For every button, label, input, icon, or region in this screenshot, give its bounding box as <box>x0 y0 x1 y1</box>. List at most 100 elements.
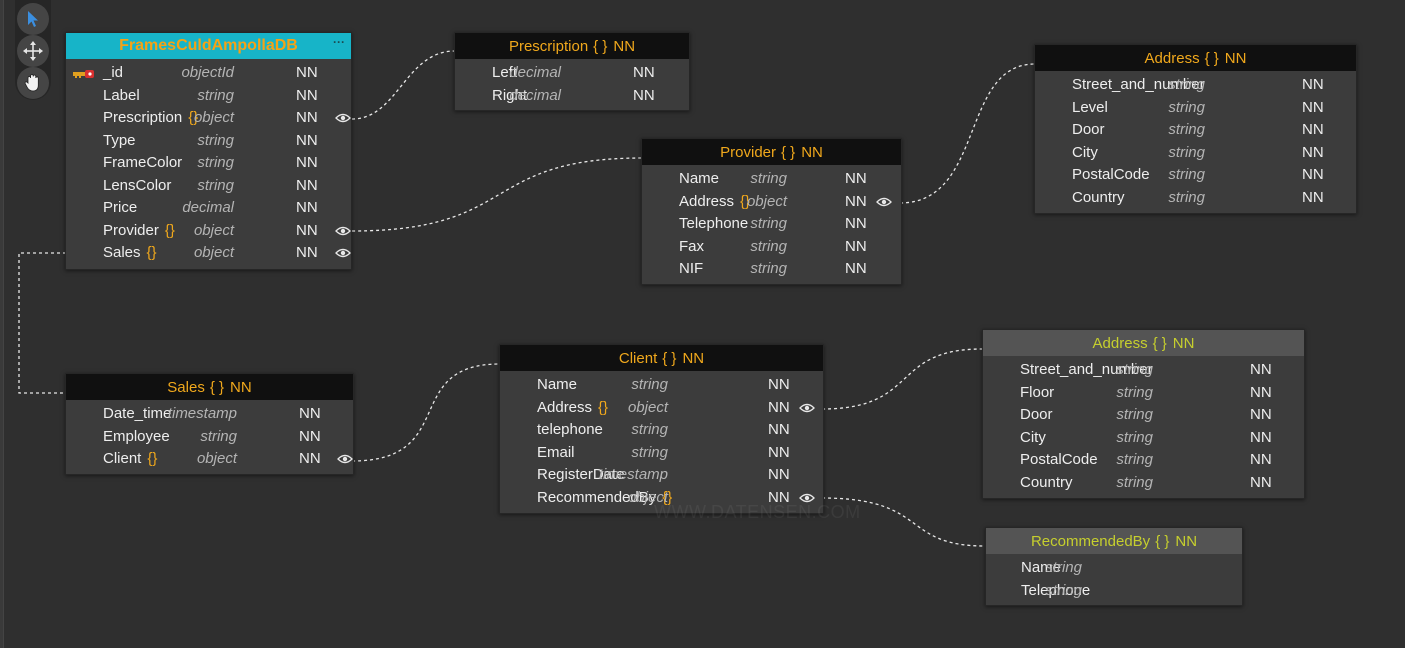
field-row[interactable]: Right decimal NN <box>455 85 689 108</box>
field-type: string <box>1168 98 1205 116</box>
field-type: decimal <box>509 86 561 104</box>
table-title: Prescription <box>508 37 589 55</box>
table-framesculdampolladb[interactable]: FramesCuldAmpollaDB ··· _id objectId NN Lab… <box>65 32 352 270</box>
field-nn: NN <box>845 192 867 210</box>
field-row[interactable]: _id objectId NN <box>66 62 351 85</box>
table-recommendedby[interactable]: RecommendedBy { } NN Name string Telephone… <box>985 527 1243 606</box>
field-nn: NN <box>768 376 790 393</box>
table-sales[interactable]: Sales { } NN Date_time timestamp NN Employe… <box>65 373 354 475</box>
eye-icon[interactable] <box>337 454 353 464</box>
field-row[interactable]: Door string NN <box>1035 119 1356 142</box>
field-row[interactable]: Email string NN <box>500 442 823 465</box>
field-row[interactable]: Client{} object NN <box>66 448 353 471</box>
field-row[interactable]: Level string NN <box>1035 97 1356 120</box>
field-row[interactable]: telephone string NN <box>500 419 823 442</box>
pointer-tool-button[interactable] <box>17 3 49 35</box>
table-address-provider[interactable]: Address { } NN Street_and_number string NN… <box>1034 44 1357 214</box>
field-row[interactable]: City string NN <box>983 427 1304 450</box>
field-nn: NN <box>845 215 867 232</box>
table-header[interactable]: Client { } NN <box>500 345 823 371</box>
field-name-text: Client <box>103 450 142 467</box>
field-row[interactable]: Telephone string <box>986 580 1242 603</box>
field-row[interactable]: Door string NN <box>983 404 1304 427</box>
field-nn: NN <box>768 443 790 461</box>
field-nn: NN <box>299 405 321 422</box>
table-header[interactable]: Provider { } NN <box>642 139 901 165</box>
link-provider-address <box>899 63 1036 204</box>
hand-tool-button[interactable] <box>17 67 49 99</box>
field-row[interactable]: City string NN <box>1035 142 1356 165</box>
eye-icon[interactable] <box>335 226 351 236</box>
table-header[interactable]: RecommendedBy { } NN <box>986 528 1242 554</box>
field-name-text: Type <box>103 131 136 149</box>
field-row[interactable]: Country string NN <box>983 472 1304 495</box>
field-type: string <box>1168 166 1205 183</box>
table-header[interactable]: Address { } NN <box>983 330 1304 356</box>
field-nn: NN <box>296 109 318 126</box>
field-row[interactable]: Street_and_number string NN <box>983 359 1304 382</box>
link-provider <box>351 157 643 232</box>
eye-icon[interactable] <box>335 248 351 258</box>
field-row[interactable]: Provider{} object NN <box>66 220 351 243</box>
field-row[interactable]: Sales{} object NN <box>66 242 351 265</box>
field-nn: NN <box>296 131 318 149</box>
object-brace: { } <box>1155 532 1170 550</box>
field-type: object <box>196 450 237 467</box>
field-type: string <box>1116 383 1153 401</box>
field-row[interactable]: FrameColor string NN <box>66 152 351 175</box>
field-row[interactable]: Country string NN <box>1035 187 1356 210</box>
field-row[interactable]: Left decimal NN <box>455 62 689 85</box>
field-row[interactable]: RegisterDate timestamp NN <box>500 464 823 487</box>
field-type: string <box>631 421 668 438</box>
field-row[interactable]: Name string NN <box>500 374 823 397</box>
field-row[interactable]: Street_and_number string NN <box>1035 74 1356 97</box>
field-row[interactable]: NIF string NN <box>642 258 901 281</box>
eye-icon[interactable] <box>799 493 815 503</box>
table-provider[interactable]: Provider { } NN Name string NN Address{} obj… <box>641 138 902 285</box>
field-row[interactable]: Date_time timestamp NN <box>66 403 353 426</box>
field-nn: NN <box>299 450 321 467</box>
table-header[interactable]: Address { } NN <box>1035 45 1356 71</box>
table-menu-icon[interactable]: ··· <box>333 35 345 49</box>
field-row[interactable]: PostalCode string NN <box>1035 164 1356 187</box>
field-row[interactable]: Prescription{} object NN <box>66 107 351 130</box>
field-nn: NN <box>1250 451 1272 468</box>
field-row[interactable]: Type string NN <box>66 130 351 153</box>
field-row[interactable]: Label string NN <box>66 85 351 108</box>
field-type: string <box>750 215 787 232</box>
field-row[interactable]: Address{} object NN <box>500 397 823 420</box>
table-client[interactable]: Client { } NN Name string NN Address{} objec… <box>499 344 824 514</box>
field-row[interactable]: Floor string NN <box>983 382 1304 405</box>
field-row[interactable]: Address{} object NN <box>642 191 901 214</box>
field-nn: NN <box>1302 188 1324 206</box>
move-tool-button[interactable] <box>17 35 49 67</box>
field-row[interactable]: Telephone string NN <box>642 213 901 236</box>
field-row[interactable]: PostalCode string NN <box>983 449 1304 472</box>
table-prescription[interactable]: Prescription { } NN Left decimal NN Right de… <box>454 32 690 111</box>
table-address-client[interactable]: Address { } NN Street_and_number string NN… <box>982 329 1305 499</box>
field-nn: NN <box>296 86 318 104</box>
eye-icon[interactable] <box>799 403 815 413</box>
eye-icon[interactable] <box>876 197 892 207</box>
object-brace: { } <box>1204 49 1219 67</box>
table-header[interactable]: Sales { } NN <box>66 374 353 400</box>
field-row[interactable]: Price decimal NN <box>66 197 351 220</box>
watermark: WWW.DATENSEN.COM <box>654 502 861 522</box>
field-nn: NN <box>1302 166 1324 183</box>
field-row[interactable]: Name string <box>986 557 1242 580</box>
eye-icon[interactable] <box>335 113 351 123</box>
table-header[interactable]: Prescription { } NN <box>455 33 689 59</box>
field-row[interactable]: Name string NN <box>642 168 901 191</box>
field-type: string <box>1168 143 1205 161</box>
table-header[interactable]: FramesCuldAmpollaDB ··· <box>66 33 351 59</box>
field-nn: NN <box>296 154 318 171</box>
field-nn: NN <box>1250 428 1272 446</box>
field-name-text: Price <box>103 199 138 216</box>
field-row[interactable]: Fax string NN <box>642 236 901 259</box>
field-row[interactable]: Employee string NN <box>66 426 353 449</box>
object-brace: { } <box>209 378 225 396</box>
field-name-text: Door <box>1020 406 1053 423</box>
field-row[interactable]: LensColor string NN <box>66 175 351 198</box>
nn-label: NN <box>1224 49 1247 67</box>
field-type: string <box>1116 406 1153 423</box>
